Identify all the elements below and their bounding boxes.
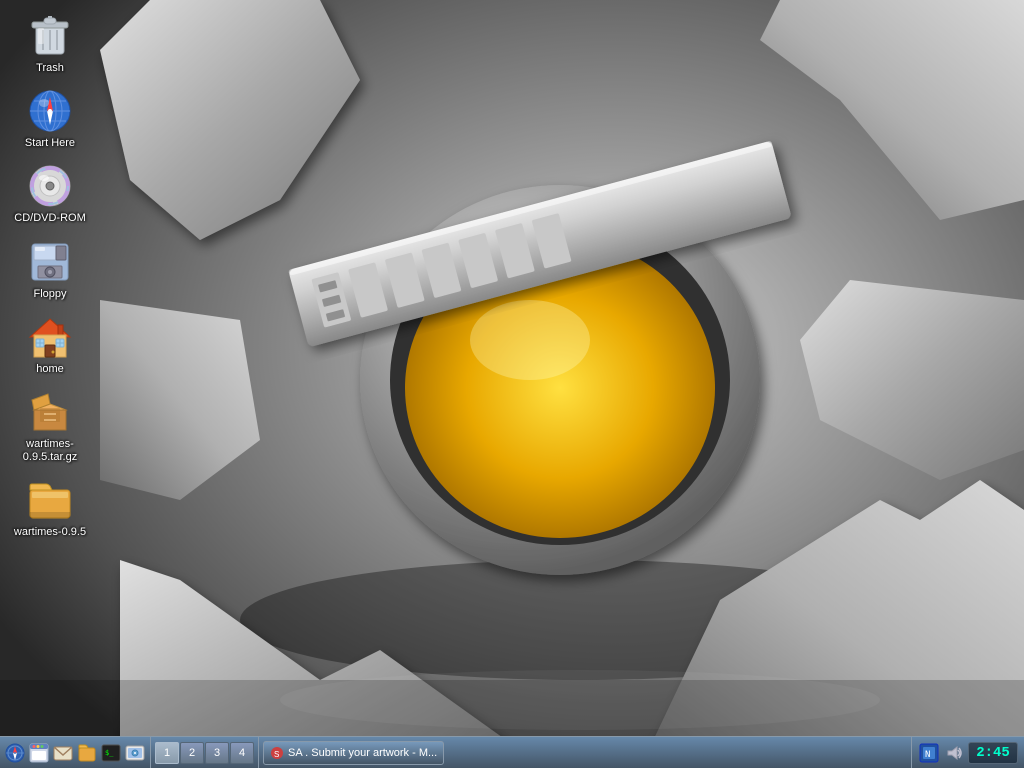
floppy-icon-img [26,238,74,286]
ql-screenshot-icon[interactable] [124,742,146,764]
systray-network-icon[interactable]: N [918,742,940,764]
svg-text:S: S [274,750,279,759]
workspace-2-btn[interactable]: 2 [180,742,204,764]
svg-text:$_: $_ [105,749,114,757]
wartimes-dir-label: wartimes-0.9.5 [14,526,86,539]
workspace-1-btn[interactable]: 1 [155,742,179,764]
ql-mail-icon[interactable] [52,742,74,764]
ql-files-icon[interactable] [76,742,98,764]
task-browser[interactable]: S SA . Submit your artwork - M... [263,741,444,765]
svg-text:N: N [925,750,930,760]
trash-icon-img [26,12,74,60]
taskbar-tasks: S SA . Submit your artwork - M... [259,741,911,765]
cdrom-icon[interactable]: CD/DVD-ROM [5,158,95,229]
system-clock: 2:45 [968,742,1018,764]
workspace-4-btn[interactable]: 4 [230,742,254,764]
task-browser-label: SA . Submit your artwork - M... [288,747,437,759]
wartimes-tar-icon-img [26,388,74,436]
systray: N 2:45 [911,737,1024,768]
workspace-3-btn[interactable]: 3 [205,742,229,764]
desktop: Trash [0,0,1024,768]
trash-label: Trash [36,62,64,75]
workspace-switcher: 1 2 3 4 [151,737,259,768]
ql-home-icon[interactable] [4,742,26,764]
clock-time: 2:45 [976,745,1010,761]
cdrom-icon-img [26,162,74,210]
wartimes-dir-icon[interactable]: wartimes-0.9.5 [5,472,95,543]
trash-icon[interactable]: Trash [5,8,95,79]
wartimes-tar-icon[interactable]: wartimes-0.9.5.tar.gz [5,384,95,468]
wartimes-tar-label: wartimes-0.9.5.tar.gz [9,438,91,464]
quick-launch-bar: $_ [0,737,151,768]
start-here-icon[interactable]: Start Here [5,83,95,154]
cdrom-label: CD/DVD-ROM [14,212,86,225]
ql-terminal-icon[interactable]: $_ [100,742,122,764]
ql-browser-icon[interactable] [28,742,50,764]
start-here-icon-img [26,87,74,135]
systray-volume-icon[interactable] [943,742,965,764]
start-here-label: Start Here [25,137,75,150]
floppy-label: Floppy [33,288,66,301]
taskbar: $_ 1 2 3 4 S [0,736,1024,768]
home-icon[interactable]: home [5,309,95,380]
desktop-icons: Trash [0,0,100,552]
floppy-icon[interactable]: Floppy [5,234,95,305]
home-icon-img [26,313,74,361]
home-label: home [36,363,64,376]
wartimes-dir-icon-img [26,476,74,524]
